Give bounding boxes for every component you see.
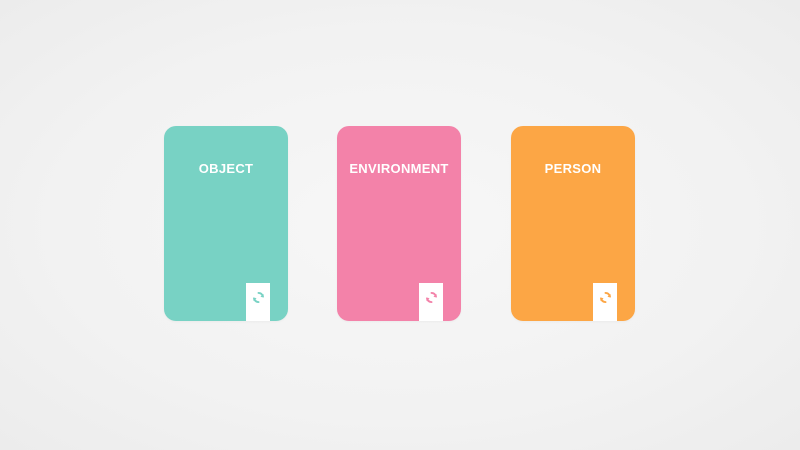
- card-environment[interactable]: ENVIRONMENT: [337, 126, 461, 321]
- card-object[interactable]: OBJECT: [164, 126, 288, 321]
- refresh-icon: [425, 291, 437, 304]
- card-tag[interactable]: [419, 283, 443, 321]
- card-title: OBJECT: [198, 161, 254, 176]
- refresh-icon: [599, 291, 611, 304]
- card-tag[interactable]: [593, 283, 617, 321]
- refresh-icon: [252, 291, 264, 304]
- card-person[interactable]: PERSON: [511, 126, 635, 321]
- card-title: PERSON: [544, 161, 602, 176]
- card-title: ENVIRONMENT: [349, 161, 449, 176]
- card-tag[interactable]: [246, 283, 270, 321]
